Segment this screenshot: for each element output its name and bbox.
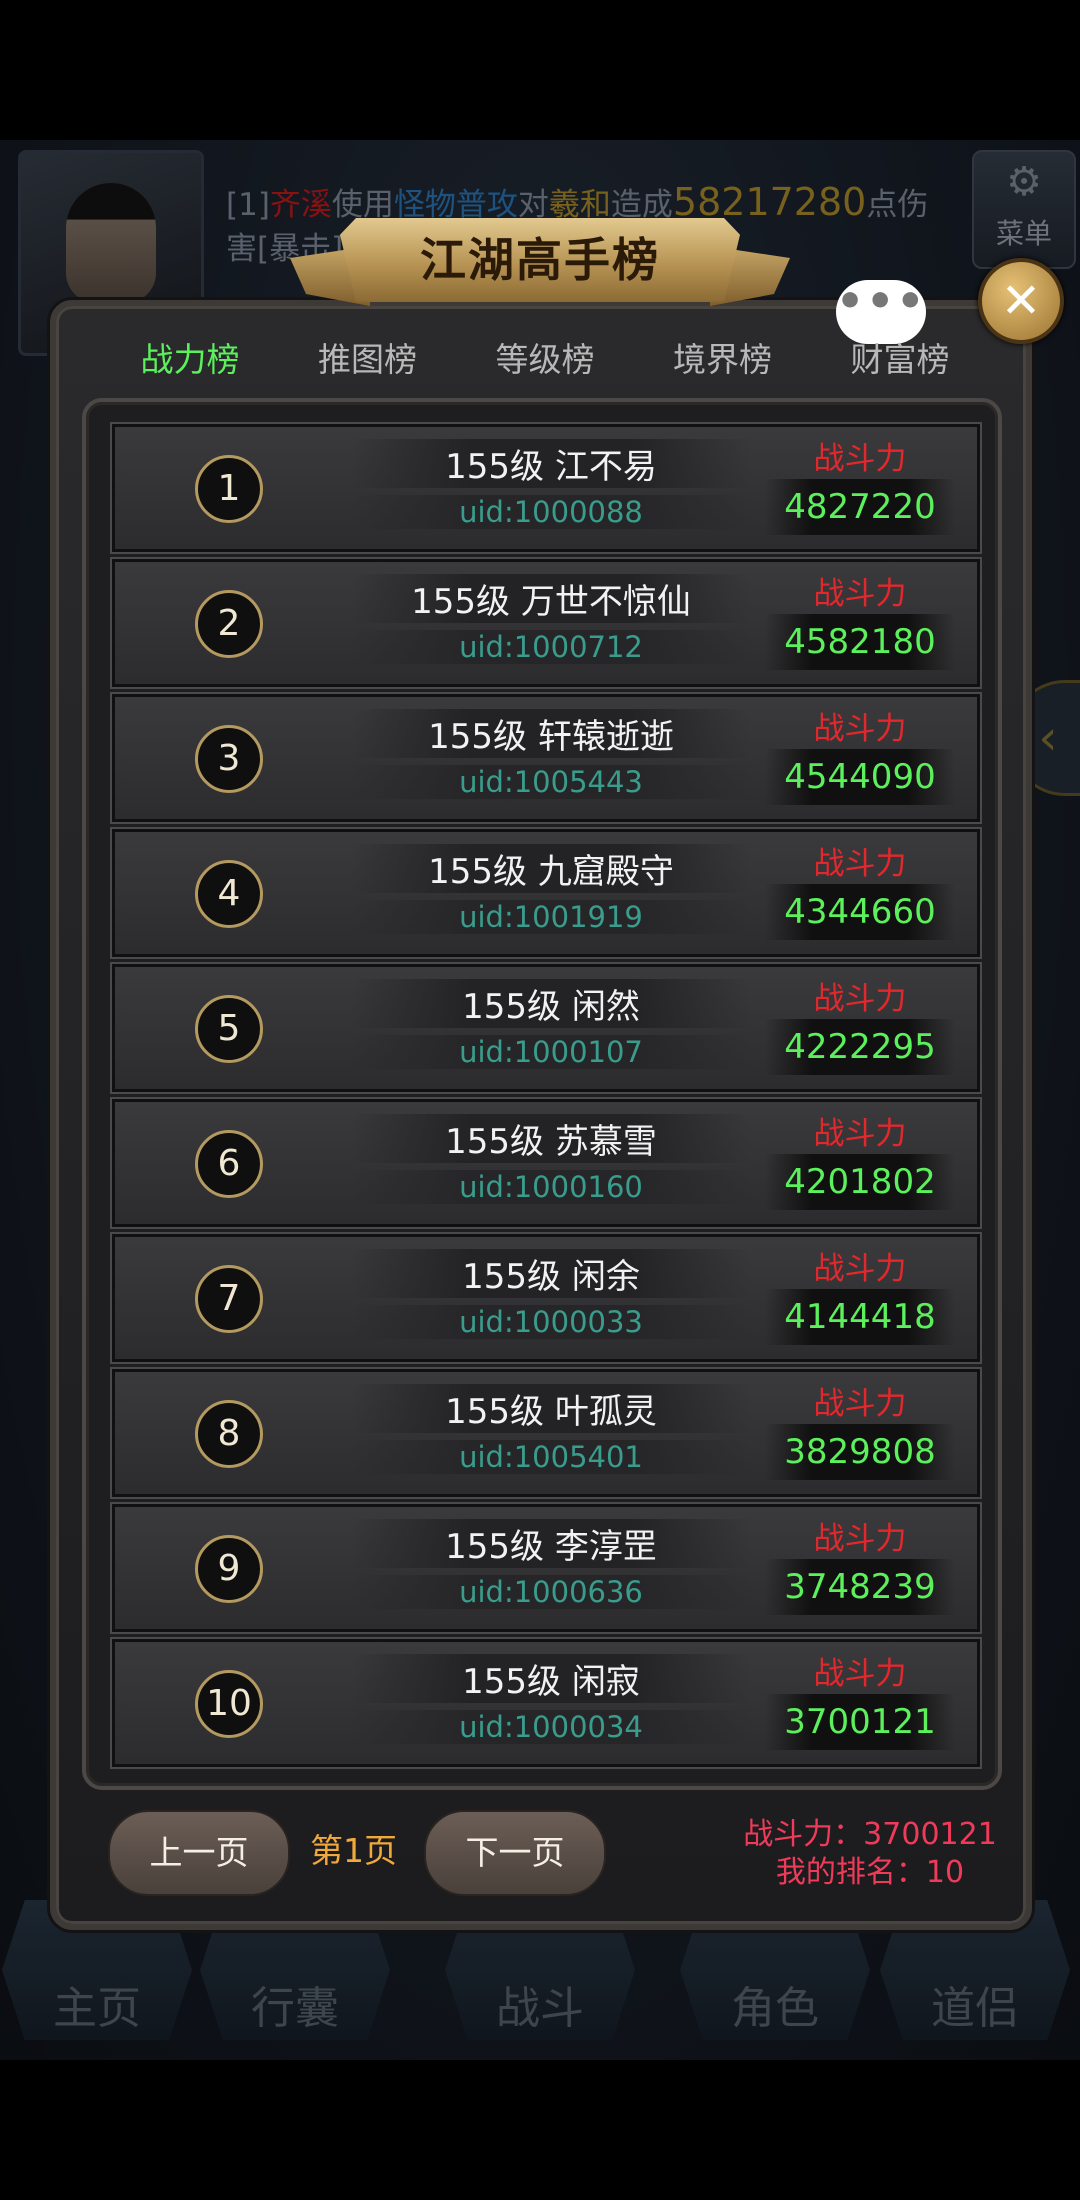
tab-stage[interactable]: 推图榜 bbox=[288, 330, 448, 390]
rank-badge: 10 bbox=[195, 1670, 263, 1738]
rank-badge: 6 bbox=[195, 1130, 263, 1198]
power-value: 4827220 bbox=[765, 479, 955, 535]
ranking-row[interactable]: 5 155级 闲然 uid:1000107 战斗力 4222295 bbox=[112, 964, 980, 1092]
power-label: 战斗力 bbox=[813, 981, 907, 1017]
tab-power[interactable]: 战力榜 bbox=[110, 330, 270, 390]
ranking-row[interactable]: 7 155级 闲余 uid:1000033 战斗力 4144418 bbox=[112, 1234, 980, 1362]
ranking-row[interactable]: 1 155级 江不易 uid:1000088 战斗力 4827220 bbox=[112, 424, 980, 552]
rank-badge: 3 bbox=[195, 725, 263, 793]
player-uid: uid:1005401 bbox=[351, 1440, 751, 1474]
next-page-button[interactable]: 下一页 bbox=[424, 1810, 606, 1896]
player-name: 155级 苏慕雪 bbox=[351, 1114, 751, 1163]
player-uid: uid:1000088 bbox=[351, 495, 751, 529]
power-label: 战斗力 bbox=[813, 1251, 907, 1287]
my-rank: 我的排名：10 bbox=[775, 1855, 965, 1890]
player-name: 155级 李淳罡 bbox=[351, 1519, 751, 1568]
player-uid: uid:1001919 bbox=[351, 900, 751, 934]
power-label: 战斗力 bbox=[813, 1521, 907, 1557]
power-value: 4144418 bbox=[765, 1289, 955, 1345]
power-label: 战斗力 bbox=[813, 1116, 907, 1152]
player-uid: uid:1000034 bbox=[351, 1710, 751, 1744]
power-value: 3700121 bbox=[765, 1694, 955, 1750]
tab-wealth[interactable]: 财富榜 bbox=[820, 330, 980, 390]
ranking-row[interactable]: 4 155级 九窟殿守 uid:1001919 战斗力 4344660 bbox=[112, 829, 980, 957]
rank-badge: 5 bbox=[195, 995, 263, 1063]
my-stats: 战斗力：3700121 我的排名：10 bbox=[690, 1816, 1050, 1892]
player-uid: uid:1005443 bbox=[351, 765, 751, 799]
player-name: 155级 闲然 bbox=[351, 979, 751, 1028]
player-name: 155级 闲寂 bbox=[351, 1654, 751, 1703]
rank-badge: 4 bbox=[195, 860, 263, 928]
player-name: 155级 江不易 bbox=[351, 439, 751, 488]
ranking-tabs: 战力榜 推图榜 等级榜 境界榜 财富榜 bbox=[110, 330, 980, 390]
ranking-row[interactable]: 6 155级 苏慕雪 uid:1000160 战斗力 4201802 bbox=[112, 1099, 980, 1227]
page-indicator: 第1页 bbox=[310, 1831, 397, 1870]
rank-badge: 8 bbox=[195, 1400, 263, 1468]
title-banner: 江湖高手榜 bbox=[290, 210, 790, 310]
power-value: 4344660 bbox=[765, 884, 955, 940]
player-uid: uid:1000712 bbox=[351, 630, 751, 664]
rank-badge: 9 bbox=[195, 1535, 263, 1603]
player-uid: uid:1000636 bbox=[351, 1575, 751, 1609]
player-uid: uid:1000033 bbox=[351, 1305, 751, 1339]
power-value: 4222295 bbox=[765, 1019, 955, 1075]
rank-badge: 1 bbox=[195, 455, 263, 523]
power-label: 战斗力 bbox=[813, 1386, 907, 1422]
ranking-row[interactable]: 9 155级 李淳罡 uid:1000636 战斗力 3748239 bbox=[112, 1504, 980, 1632]
player-name: 155级 九窟殿守 bbox=[351, 844, 751, 893]
player-name: 155级 叶孤灵 bbox=[351, 1384, 751, 1433]
power-value: 3748239 bbox=[765, 1559, 955, 1615]
rank-badge: 2 bbox=[195, 590, 263, 658]
tab-level[interactable]: 等级榜 bbox=[465, 330, 625, 390]
pager-bar: 上一页 第1页 下一页 战斗力：3700121 我的排名：10 bbox=[60, 1810, 1020, 1900]
player-name: 155级 万世不惊仙 bbox=[351, 574, 751, 623]
ranking-list[interactable]: 1 155级 江不易 uid:1000088 战斗力 4827220 2 155… bbox=[82, 398, 1002, 1790]
power-label: 战斗力 bbox=[813, 1656, 907, 1692]
ranking-row[interactable]: 3 155级 轩辕逝逝 uid:1005443 战斗力 4544090 bbox=[112, 694, 980, 822]
rank-badge: 7 bbox=[195, 1265, 263, 1333]
ranking-row[interactable]: 10 155级 闲寂 uid:1000034 战斗力 3700121 bbox=[112, 1639, 980, 1767]
ranking-row[interactable]: 2 155级 万世不惊仙 uid:1000712 战斗力 4582180 bbox=[112, 559, 980, 687]
player-name: 155级 闲余 bbox=[351, 1249, 751, 1298]
player-uid: uid:1000160 bbox=[351, 1170, 751, 1204]
power-value: 4201802 bbox=[765, 1154, 955, 1210]
player-uid: uid:1000107 bbox=[351, 1035, 751, 1069]
power-label: 战斗力 bbox=[813, 576, 907, 612]
close-icon[interactable]: ✕ bbox=[978, 258, 1064, 344]
tab-realm[interactable]: 境界榜 bbox=[643, 330, 803, 390]
power-value: 4544090 bbox=[765, 749, 955, 805]
ranking-row[interactable]: 8 155级 叶孤灵 uid:1005401 战斗力 3829808 bbox=[112, 1369, 980, 1497]
power-label: 战斗力 bbox=[813, 846, 907, 882]
power-label: 战斗力 bbox=[813, 441, 907, 477]
power-label: 战斗力 bbox=[813, 711, 907, 747]
my-power: 战斗力：3700121 bbox=[743, 1817, 997, 1852]
prev-page-button[interactable]: 上一页 bbox=[108, 1810, 290, 1896]
power-value: 3829808 bbox=[765, 1424, 955, 1480]
dialog-title: 江湖高手榜 bbox=[420, 233, 660, 287]
power-value: 4582180 bbox=[765, 614, 955, 670]
player-name: 155级 轩辕逝逝 bbox=[351, 709, 751, 758]
